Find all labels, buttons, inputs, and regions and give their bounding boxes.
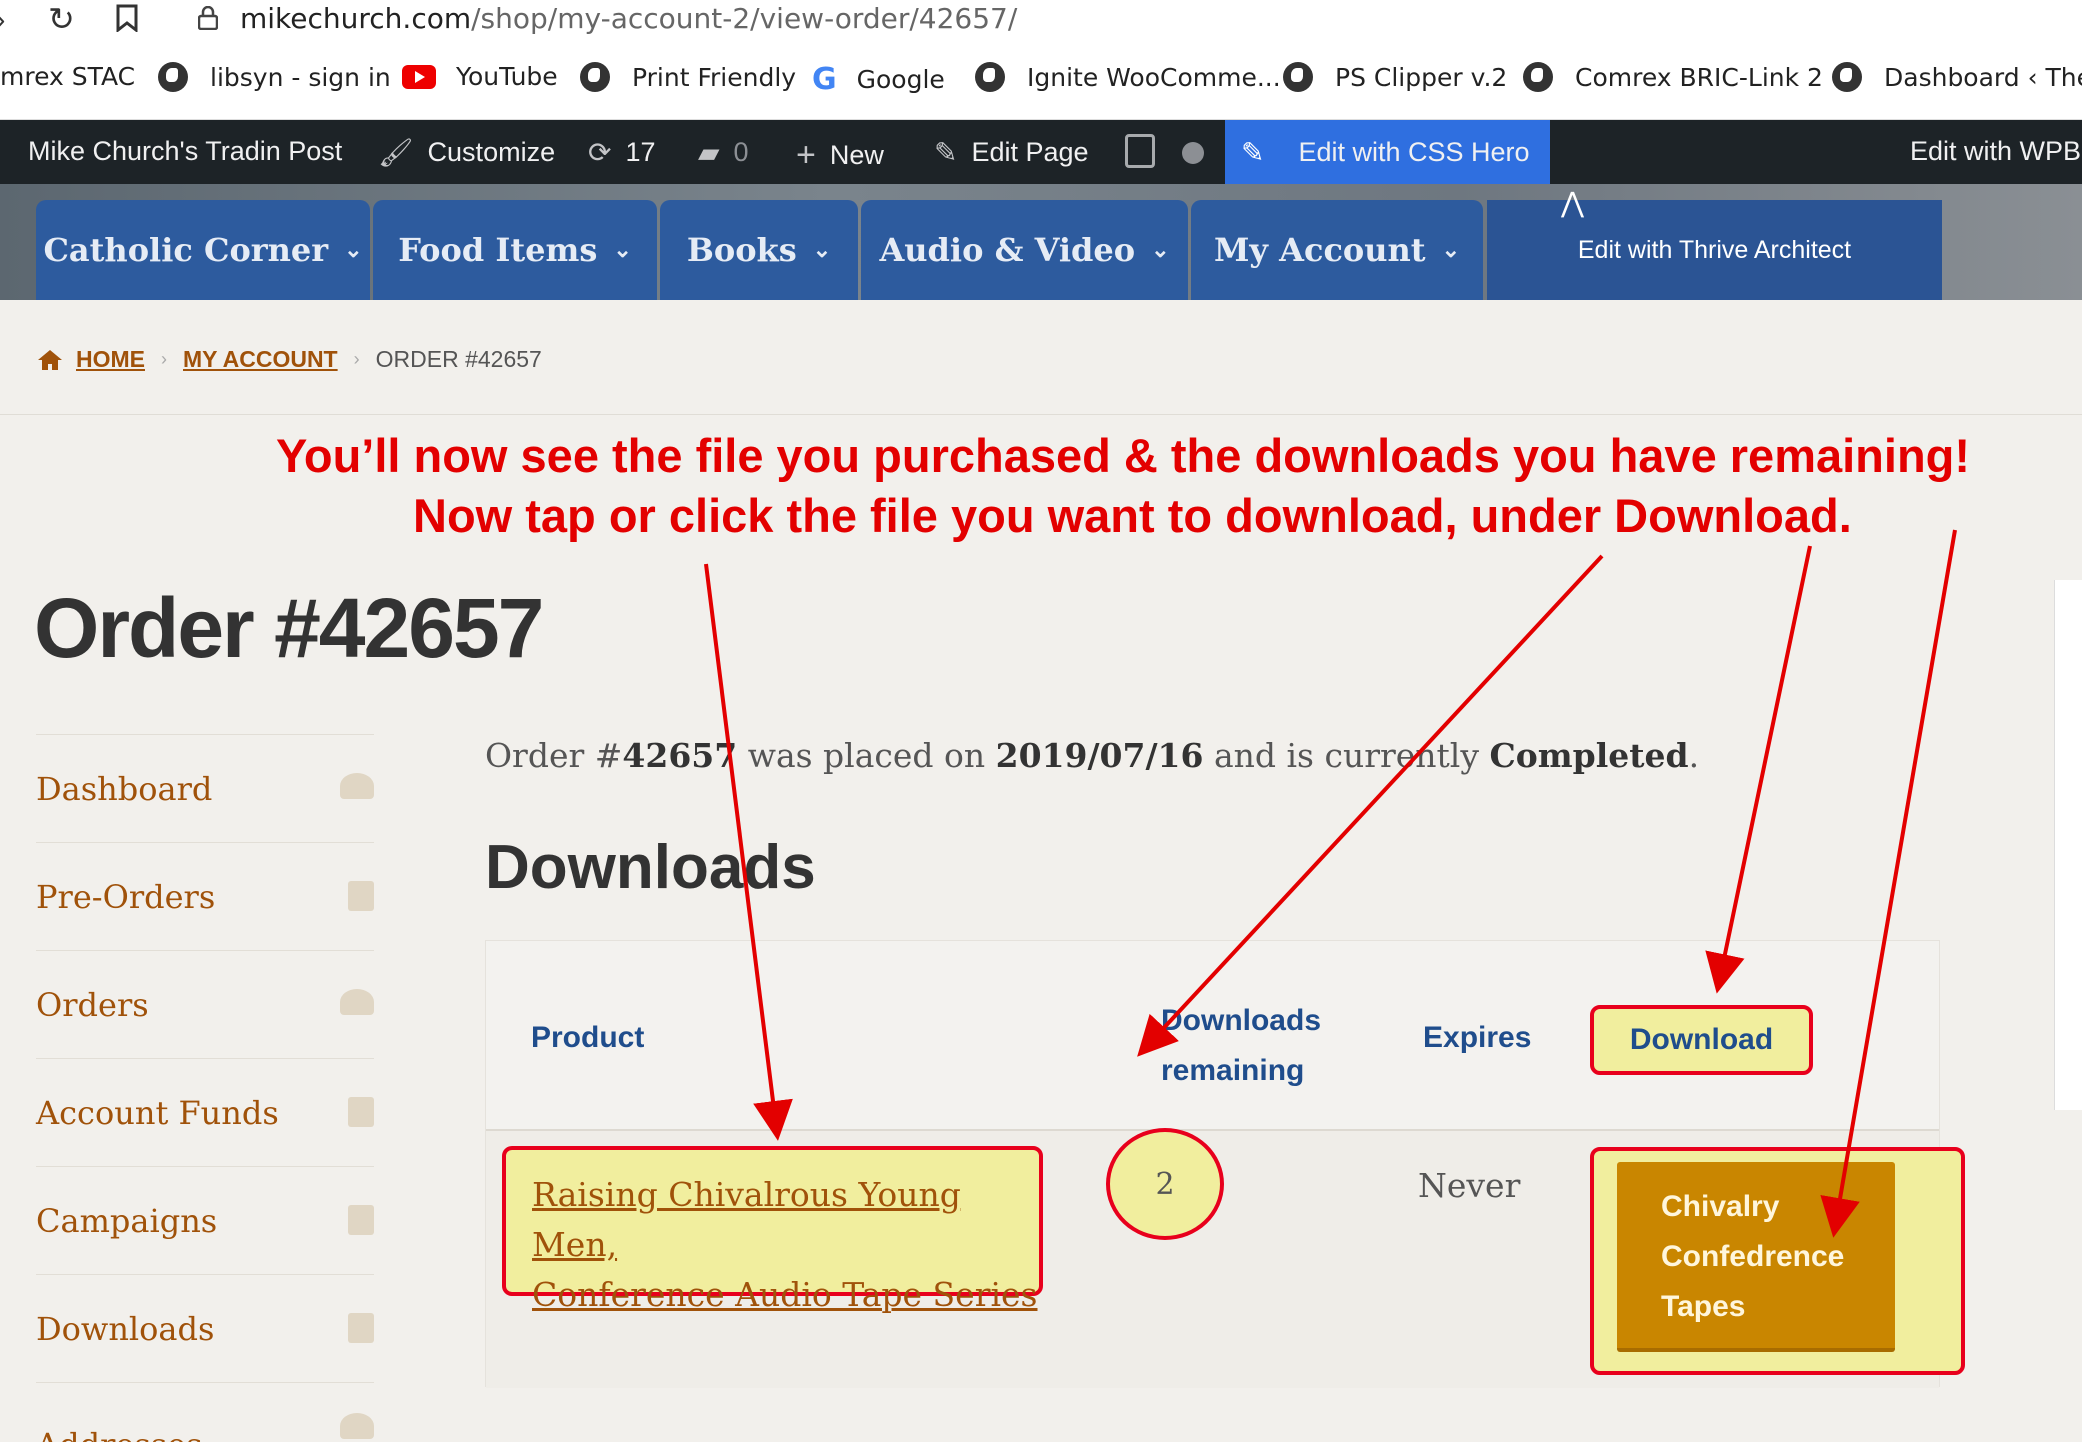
chevron-down-icon: ⌄ [1441,237,1461,263]
thrive-icon: ⋀ [1561,187,1584,218]
chevron-down-icon: ⌄ [812,237,832,263]
chevron-down-icon: ⌄ [344,237,363,263]
wp-admin-bar: Mike Church's Tradin Post 🖌 Customize ⟳ 17… [0,120,2082,184]
breadcrumb-separator: › [161,349,167,369]
home-icon [38,349,62,370]
breadcrumb: HOME › MY ACCOUNT › ORDER #42657 [36,346,542,373]
bookmark-item[interactable]: Print Friendly [580,62,796,92]
order-summary: Order #42657 was placed on 2019/07/16 an… [485,736,1700,775]
globe-icon [158,62,188,92]
pencil-icon: ✎ [934,137,958,168]
menu-books[interactable]: Books ⌄ [660,200,858,300]
sidebar-item-dashboard[interactable]: Dashboard [36,734,374,842]
reload-icon[interactable]: ↻ [48,0,75,38]
menu-food-items[interactable]: Food Items ⌄ [373,200,657,300]
menu-audio-video[interactable]: Audio & Video ⌄ [861,200,1188,300]
column-header-download: Download [1590,1005,1813,1075]
product-highlight: Raising Chivalrous Young Men, Conference … [502,1146,1043,1314]
browser-url-bar: › ↻ mikechurch.com/shop/my-account-2/vie… [0,0,2082,40]
annotation-line-1: You’ll now see the file you purchased & … [276,429,1971,482]
breadcrumb-separator: › [353,349,360,369]
brush-icon: 🖌 [378,137,414,168]
sidebar-item-pre-orders[interactable]: Pre-Orders [36,842,374,950]
dashboard-icon [340,773,374,799]
lock-icon [198,6,218,30]
thrive-architect-button[interactable]: ⋀ Edit with Thrive Architect [1487,187,1942,300]
seo-status-dot [1182,142,1204,164]
download-file-button[interactable]: Chivalry Confedrence Tapes [1617,1162,1895,1352]
bookmark-item[interactable]: mrex STAC [0,62,135,91]
pencil-icon: ✎ [1241,137,1265,168]
bookmark-item[interactable]: PS Clipper v.2 [1283,62,1507,92]
plus-icon: + [796,136,816,174]
bookmarks-bar: mrex STAC libsyn - sign in YouTube Print… [0,40,2082,120]
sidebar-item-downloads[interactable]: Downloads [36,1274,374,1382]
bookmark-item[interactable]: YouTube [402,62,558,91]
site-header: Catholic Corner ⌄ Food Items ⌄ Books ⌄ Audi… [0,184,2082,300]
youtube-icon [402,64,436,89]
side-widget [2054,580,2082,1110]
globe-icon [975,62,1005,92]
admin-wpbakery[interactable]: Edit with WPBa [1910,136,2082,167]
bookmark-icon[interactable] [116,4,138,32]
globe-icon [1523,62,1553,92]
admin-comments[interactable]: ▰ 0 [698,136,749,169]
chevron-down-icon: ⌄ [1151,237,1170,263]
css-hero-button[interactable]: ✎ Edit with CSS Hero [1225,120,1550,184]
google-icon: G [812,62,837,97]
globe-icon [1832,62,1862,92]
document-icon [348,1097,374,1127]
menu-catholic-corner[interactable]: Catholic Corner ⌄ [36,200,370,300]
globe-icon [1283,62,1313,92]
chevron-down-icon: ⌄ [613,237,632,263]
globe-icon [580,62,610,92]
bookmark-item[interactable]: Ignite WooComme... [975,62,1281,92]
admin-customize[interactable]: 🖌 Customize [378,136,555,169]
column-header-remaining: Downloads remaining [1161,1004,1322,1087]
sidebar-item-addresses[interactable]: Addresses [36,1382,374,1442]
sidebar-item-account-funds[interactable]: Account Funds [36,1058,374,1166]
column-header-expires: Expires [1423,1021,1532,1054]
basket-icon [340,989,374,1015]
breadcrumb-my-account[interactable]: MY ACCOUNT [183,346,338,373]
forward-icon[interactable]: › [0,4,5,36]
sidebar-item-campaigns[interactable]: Campaigns [36,1166,374,1274]
downloads-heading: Downloads [485,833,816,902]
admin-new[interactable]: + New [796,136,884,175]
divider [0,414,2082,415]
comment-icon: ▰ [698,137,720,168]
bookmark-item[interactable]: Comrex BRIC-Link 2 [1523,62,1823,92]
bookmark-item[interactable]: Dashboard ‹ The... [1832,62,2082,92]
document-icon [348,1205,374,1235]
account-sidebar: Dashboard Pre-Orders Orders Account Fund… [36,734,374,1442]
updates-icon: ⟳ [588,137,612,168]
expires-value: Never [1418,1166,1521,1205]
page-title: Order #42657 [34,581,544,675]
breadcrumb-current: ORDER #42657 [375,346,542,372]
admin-site-name[interactable]: Mike Church's Tradin Post [28,136,342,167]
downloads-remaining-value: 2 [1106,1128,1224,1240]
file-archive-icon [348,1313,374,1343]
document-icon [348,881,374,911]
address-field[interactable]: mikechurch.com/shop/my-account-2/view-or… [240,2,1017,35]
admin-updates[interactable]: ⟳ 17 [588,136,656,169]
home-icon [340,1413,374,1439]
bookmark-item[interactable]: libsyn - sign in [158,62,391,92]
sidebar-item-orders[interactable]: Orders [36,950,374,1058]
annotation-line-2: Now tap or click the file you want to do… [413,489,1852,542]
bookmark-item[interactable]: G Google [812,62,945,97]
admin-edit-page[interactable]: ✎ Edit Page [934,136,1089,169]
menu-my-account[interactable]: My Account ⌄ [1191,200,1483,300]
yoast-icon[interactable] [1125,134,1155,168]
column-header-product: Product [531,1021,645,1054]
arrow-to-download-header [1705,545,1812,994]
product-link[interactable]: Raising Chivalrous Young Men, Conference … [532,1175,1038,1314]
breadcrumb-home[interactable]: HOME [76,346,145,373]
